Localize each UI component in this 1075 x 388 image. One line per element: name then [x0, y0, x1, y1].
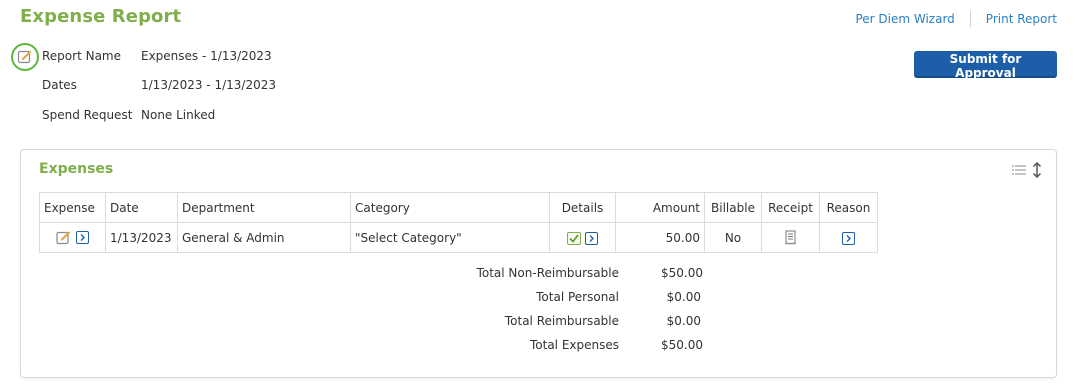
- arrow-right-icon: [80, 234, 85, 241]
- arrow-right-icon: [846, 234, 851, 242]
- column-header-category: Category: [350, 192, 550, 223]
- edit-icon[interactable]: [56, 230, 72, 245]
- arrow-right-icon: [589, 234, 594, 242]
- expense-category: "Select Category": [350, 222, 550, 253]
- dates-label: Dates: [42, 78, 77, 92]
- receipt-icon[interactable]: [785, 230, 796, 245]
- total-expenses-value: $50.00: [661, 338, 703, 352]
- link-divider: [969, 11, 971, 27]
- total-reimbursable-label: Total Reimbursable: [504, 314, 619, 328]
- report-name-label: Report Name: [42, 49, 121, 63]
- table-header-row: Expense Date Department Category Details…: [39, 192, 878, 223]
- expenses-table: Expense Date Department Category Details…: [39, 192, 878, 253]
- page-title: Expense Report: [20, 6, 182, 27]
- expense-department: General & Admin: [177, 222, 351, 253]
- submit-for-approval-button[interactable]: Submit for Approval: [914, 51, 1057, 80]
- column-header-receipt: Receipt: [761, 192, 820, 223]
- expenses-title: Expenses: [39, 161, 114, 177]
- column-header-date: Date: [105, 192, 178, 223]
- total-personal-value: $0.00: [666, 290, 701, 304]
- edit-icon: [17, 50, 31, 64]
- expense-date: 1/13/2023: [105, 222, 178, 253]
- total-expenses-label: Total Expenses: [529, 338, 619, 352]
- expense-billable: No: [704, 222, 762, 253]
- total-personal-label: Total Personal: [536, 290, 619, 304]
- column-header-amount: Amount: [615, 192, 705, 223]
- column-header-expense: Expense: [39, 192, 106, 223]
- per-diem-wizard-link[interactable]: Per Diem Wizard: [855, 12, 954, 26]
- expense-receipt-cell: [761, 222, 820, 253]
- details-open-button[interactable]: [584, 231, 598, 245]
- expense-actions-cell: [39, 222, 106, 253]
- sort-vertical-icon[interactable]: [1032, 162, 1042, 178]
- spend-request-value: None Linked: [141, 108, 216, 122]
- total-reimbursable-value: $0.00: [666, 314, 701, 328]
- spend-request-row: Spend Request None Linked: [42, 108, 215, 122]
- report-name-row: Report Name Expenses - 1/13/2023: [42, 49, 272, 63]
- column-header-billable: Billable: [704, 192, 762, 223]
- header-links: Per Diem Wizard Print Report: [855, 11, 1057, 27]
- column-header-department: Department: [177, 192, 351, 223]
- expense-amount: 50.00: [615, 222, 705, 253]
- expense-details-cell: [549, 222, 616, 253]
- details-checkbox[interactable]: [567, 231, 582, 245]
- column-header-details: Details: [549, 192, 616, 223]
- report-name-value: Expenses - 1/13/2023: [141, 49, 272, 63]
- table-row: 1/13/2023 General & Admin "Select Catego…: [39, 222, 878, 253]
- panel-tools: [1012, 162, 1042, 178]
- dates-value: 1/13/2023 - 1/13/2023: [141, 78, 277, 92]
- reason-open-button[interactable]: [842, 231, 855, 245]
- column-header-reason: Reason: [819, 192, 878, 223]
- expenses-panel: Expenses Expense Date Department Categor…: [20, 149, 1057, 378]
- expense-open-button[interactable]: [75, 231, 89, 244]
- edit-report-button[interactable]: [11, 43, 39, 71]
- checkmark-icon: [569, 234, 579, 243]
- dates-row: Dates 1/13/2023 - 1/13/2023: [42, 78, 276, 92]
- list-view-icon[interactable]: [1012, 164, 1026, 176]
- spend-request-label: Spend Request: [42, 108, 133, 122]
- expense-reason-cell: [819, 222, 878, 253]
- total-non-reimbursable-label: Total Non-Reimbursable: [476, 266, 619, 280]
- print-report-link[interactable]: Print Report: [986, 12, 1057, 26]
- total-non-reimbursable-value: $50.00: [661, 266, 703, 280]
